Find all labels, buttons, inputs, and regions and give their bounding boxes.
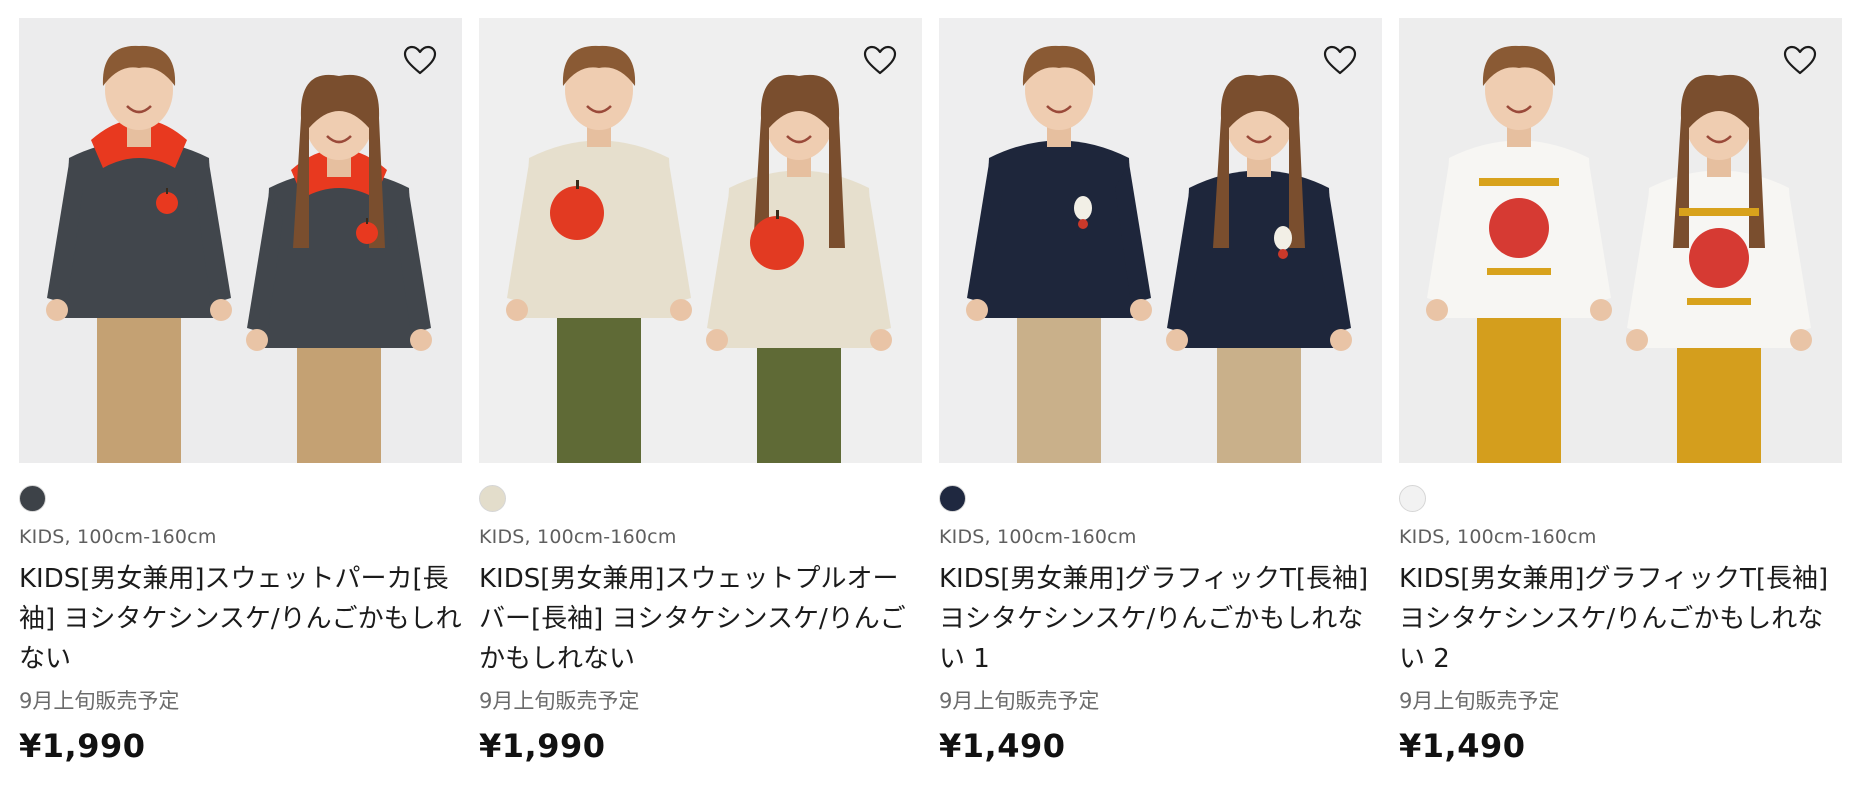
color-swatches bbox=[19, 483, 462, 513]
color-swatches bbox=[479, 483, 922, 513]
product-title[interactable]: KIDS[男女兼用]グラフィックT[長袖] ヨシタケシンスケ/りんごかもしれない… bbox=[1399, 559, 1842, 679]
favorite-heart-icon[interactable] bbox=[1778, 38, 1822, 82]
favorite-heart-icon[interactable] bbox=[398, 38, 442, 82]
color-swatch[interactable] bbox=[19, 484, 46, 512]
product-photo-illustration bbox=[939, 18, 1382, 463]
product-category: KIDS, 100cm-160cm bbox=[19, 526, 217, 548]
release-note: 9月上旬販売予定 bbox=[479, 689, 640, 713]
product-price: ¥1,990 bbox=[479, 727, 606, 765]
color-swatch[interactable] bbox=[479, 484, 506, 512]
release-note: 9月上旬販売予定 bbox=[1399, 689, 1560, 713]
product-card[interactable]: KIDS, 100cm-160cm KIDS[男女兼用]グラフィックT[長袖] … bbox=[939, 18, 1382, 778]
color-swatch[interactable] bbox=[939, 484, 966, 512]
product-title[interactable]: KIDS[男女兼用]スウェットプルオーバー[長袖] ヨシタケシンスケ/りんごかも… bbox=[479, 559, 922, 679]
product-title[interactable]: KIDS[男女兼用]スウェットパーカ[長袖] ヨシタケシンスケ/りんごかもしれな… bbox=[19, 559, 462, 679]
favorite-heart-icon[interactable] bbox=[1318, 38, 1362, 82]
product-photo-illustration bbox=[479, 18, 922, 463]
product-photo-illustration bbox=[19, 18, 462, 463]
release-note: 9月上旬販売予定 bbox=[939, 689, 1100, 713]
product-grid: KIDS, 100cm-160cm KIDS[男女兼用]スウェットパーカ[長袖]… bbox=[19, 18, 1842, 778]
product-price: ¥1,490 bbox=[939, 727, 1066, 765]
product-price: ¥1,990 bbox=[19, 727, 146, 765]
product-image[interactable] bbox=[1399, 18, 1842, 463]
product-category: KIDS, 100cm-160cm bbox=[1399, 526, 1597, 548]
product-image[interactable] bbox=[479, 18, 922, 463]
color-swatch[interactable] bbox=[1399, 484, 1426, 512]
product-image[interactable] bbox=[939, 18, 1382, 463]
favorite-heart-icon[interactable] bbox=[858, 38, 902, 82]
color-swatches bbox=[1399, 483, 1842, 513]
product-category: KIDS, 100cm-160cm bbox=[939, 526, 1137, 548]
color-swatches bbox=[939, 483, 1382, 513]
product-image[interactable] bbox=[19, 18, 462, 463]
release-note: 9月上旬販売予定 bbox=[19, 689, 180, 713]
product-card[interactable]: KIDS, 100cm-160cm KIDS[男女兼用]スウェットプルオーバー[… bbox=[479, 18, 922, 778]
product-card[interactable]: KIDS, 100cm-160cm KIDS[男女兼用]スウェットパーカ[長袖]… bbox=[19, 18, 462, 778]
product-card[interactable]: KIDS, 100cm-160cm KIDS[男女兼用]グラフィックT[長袖] … bbox=[1399, 18, 1842, 778]
product-title[interactable]: KIDS[男女兼用]グラフィックT[長袖] ヨシタケシンスケ/りんごかもしれない… bbox=[939, 559, 1382, 679]
product-photo-illustration bbox=[1399, 18, 1842, 463]
product-price: ¥1,490 bbox=[1399, 727, 1526, 765]
product-category: KIDS, 100cm-160cm bbox=[479, 526, 677, 548]
